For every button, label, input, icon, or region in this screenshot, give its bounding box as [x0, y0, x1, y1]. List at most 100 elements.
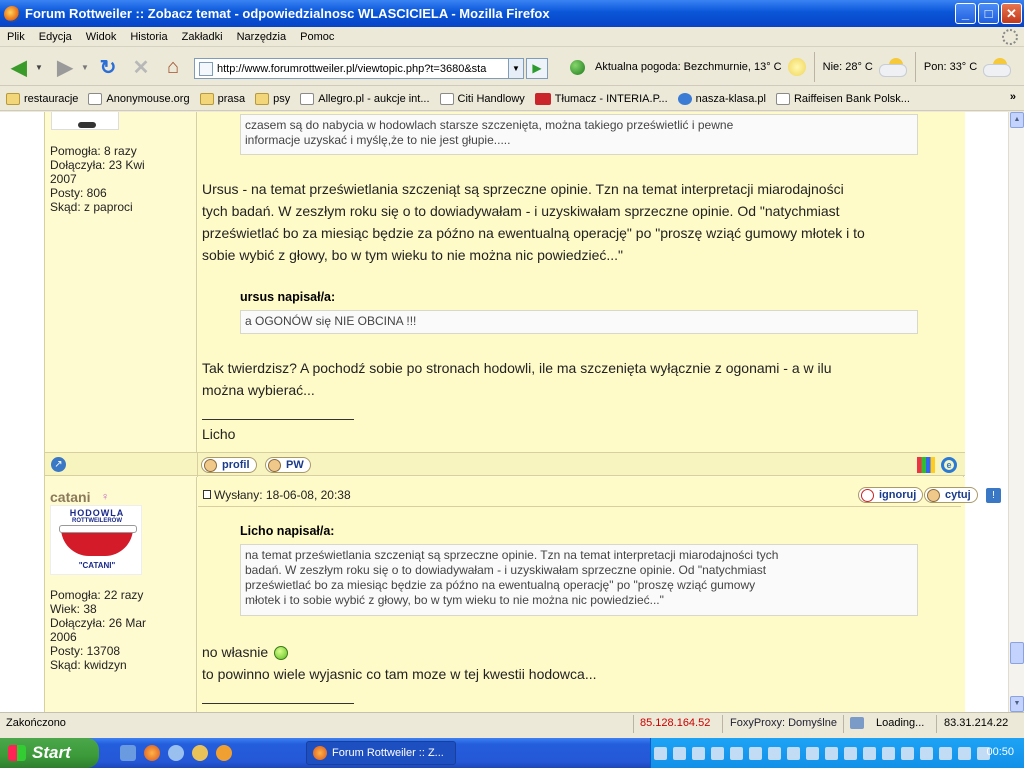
tray-app-icon[interactable] — [806, 746, 819, 760]
help-count: Pomogła: 22 razy — [50, 588, 144, 602]
citi-icon — [439, 92, 454, 105]
firefox-quicklaunch-icon[interactable] — [144, 745, 160, 761]
weather-current[interactable]: Aktualna pogoda: Bezchmurnie, 13° C — [595, 61, 782, 73]
minimize-button[interactable]: _ — [955, 3, 976, 24]
url-text[interactable]: http://www.forumrottweiler.pl/viewtopic.… — [217, 63, 508, 75]
tray-app-icon[interactable] — [958, 746, 971, 760]
windows-flag-icon — [8, 745, 26, 761]
close-button[interactable]: ✕ — [1001, 3, 1022, 24]
bluetooth-icon[interactable] — [863, 746, 876, 760]
bookmark-folder[interactable]: prasa — [199, 92, 245, 105]
tray-app-icon[interactable] — [749, 746, 762, 760]
author-stats: Pomogła: 8 razy Dołączyła: 23 Kwi 2007 P… — [50, 144, 145, 214]
title-bar[interactable]: Forum Rottweiler :: Zobacz temat - odpow… — [0, 0, 1024, 27]
reload-button[interactable]: ↻ — [95, 53, 121, 81]
proxy-icon[interactable] — [850, 717, 864, 729]
media-player-icon[interactable] — [192, 745, 208, 761]
bookmark-item[interactable]: Allegro.pl - aukcje int... — [300, 92, 430, 105]
stop-button[interactable]: ✕ — [128, 53, 154, 81]
vertical-scrollbar[interactable]: ▲ ▼ — [1008, 112, 1024, 712]
gadu-gadu-icon[interactable] — [216, 745, 232, 761]
go-to-top-icon[interactable]: ↗ — [51, 457, 66, 472]
tray-app-icon[interactable] — [939, 746, 952, 760]
page-icon — [199, 61, 213, 76]
tray-app-icon[interactable] — [844, 746, 857, 760]
forward-button[interactable]: ▶ — [50, 53, 80, 81]
client-ip: 83.31.214.22 — [944, 717, 1009, 729]
joined-date: Dołączyła: 26 Mar — [50, 616, 147, 630]
scroll-down-arrow-icon[interactable]: ▼ — [1010, 696, 1024, 712]
show-desktop-icon[interactable] — [120, 745, 136, 761]
tray-app-icon[interactable] — [768, 746, 781, 760]
clock[interactable]: 00:50 — [986, 746, 1014, 758]
partly-cloudy-icon — [983, 58, 1012, 77]
go-button[interactable]: ▶ — [526, 58, 548, 79]
report-icon[interactable]: ! — [986, 488, 1001, 503]
bookmark-item[interactable]: Anonymouse.org — [88, 92, 190, 105]
smiley-icon — [274, 646, 289, 661]
back-history-dropdown[interactable]: ▼ — [34, 53, 44, 81]
ignore-button[interactable]: ignoruj — [858, 487, 924, 503]
scroll-thumb[interactable] — [1010, 642, 1024, 664]
maximize-button[interactable]: □ — [978, 3, 999, 24]
menu-edit[interactable]: Edycja — [32, 31, 79, 43]
bookmark-item[interactable]: Tłumacz - INTERIA.P... — [534, 92, 668, 105]
menu-help[interactable]: Pomoc — [293, 31, 341, 43]
tray-app-icon[interactable] — [692, 746, 705, 760]
paragraph-line: no własnie — [202, 641, 597, 663]
post-actions-bar: ↗ profil PW e — [45, 452, 965, 477]
system-tray: 00:50 — [650, 738, 1024, 768]
quote-button[interactable]: cytuj — [924, 487, 978, 503]
windows-logo-icon[interactable] — [917, 457, 935, 473]
browser-window: Forum Rottweiler :: Zobacz temat - odpow… — [0, 0, 1024, 738]
firefox-icon — [4, 5, 20, 22]
tray-app-icon[interactable] — [673, 746, 686, 760]
joined-year: 2006 — [50, 630, 77, 644]
messenger-icon[interactable] — [168, 745, 184, 761]
username[interactable]: catani — [50, 489, 90, 505]
tray-app-icon[interactable] — [825, 746, 838, 760]
paragraph-line: Tak twierdzisz? A pochodź sobie po stron… — [202, 360, 832, 376]
bookmark-item[interactable]: Raiffeisen Bank Polsk... — [775, 92, 910, 105]
tray-app-icon[interactable] — [901, 746, 914, 760]
post-author-panel: Pomogła: 8 razy Dołączyła: 23 Kwi 2007 P… — [45, 112, 197, 452]
internet-explorer-icon[interactable]: e — [941, 457, 957, 473]
more-bookmarks-chevron-icon[interactable]: » — [1010, 91, 1016, 103]
forum-topic: Pomogła: 8 razy Dołączyła: 23 Kwi 2007 P… — [44, 112, 1001, 712]
post-icon — [203, 490, 211, 499]
address-bar[interactable]: http://www.forumrottweiler.pl/viewtopic.… — [194, 58, 524, 79]
taskbar-item-firefox[interactable]: Forum Rottweiler :: Z... — [306, 741, 456, 765]
weather-day1[interactable]: Nie: 28° C — [823, 61, 873, 73]
wifi-icon[interactable] — [920, 746, 933, 760]
post-paragraph: no własnie to powinno wiele wyjasnic co … — [202, 641, 597, 685]
menu-tools[interactable]: Narzędzia — [230, 31, 294, 43]
server-ip[interactable]: 85.128.164.52 — [640, 717, 710, 729]
tray-app-icon[interactable] — [654, 746, 667, 760]
url-dropdown-icon[interactable]: ▼ — [508, 59, 523, 78]
start-button[interactable]: Start — [0, 738, 99, 768]
bookmark-folder[interactable]: restauracje — [6, 92, 78, 105]
private-message-button[interactable]: PW — [265, 457, 311, 473]
foxyproxy-status[interactable]: FoxyProxy: Domyślne — [730, 717, 837, 729]
bookmark-item[interactable]: nasza-klasa.pl — [677, 92, 766, 105]
menu-bookmarks[interactable]: Zakładki — [175, 31, 230, 43]
bookmark-folder[interactable]: psy — [255, 92, 290, 105]
help-count: Pomogła: 8 razy — [50, 144, 137, 158]
bookmark-item[interactable]: Citi Handlowy — [439, 92, 525, 105]
post-header-divider — [198, 506, 961, 507]
menu-file[interactable]: Plik — [0, 31, 32, 43]
profile-button[interactable]: profil — [201, 457, 257, 473]
start-label: Start — [32, 743, 71, 762]
tray-app-icon[interactable] — [730, 746, 743, 760]
menu-history[interactable]: Historia — [123, 31, 174, 43]
tray-app-icon[interactable] — [882, 746, 895, 760]
interia-icon — [534, 92, 551, 105]
weather-day2[interactable]: Pon: 33° C — [924, 61, 977, 73]
menu-view[interactable]: Widok — [79, 31, 124, 43]
tray-app-icon[interactable] — [711, 746, 724, 760]
home-button[interactable]: ⌂ — [160, 53, 186, 81]
back-button[interactable]: ◀ — [4, 53, 34, 81]
scroll-up-arrow-icon[interactable]: ▲ — [1010, 112, 1024, 128]
tray-app-icon[interactable] — [787, 746, 800, 760]
forward-history-dropdown[interactable]: ▼ — [80, 53, 90, 81]
